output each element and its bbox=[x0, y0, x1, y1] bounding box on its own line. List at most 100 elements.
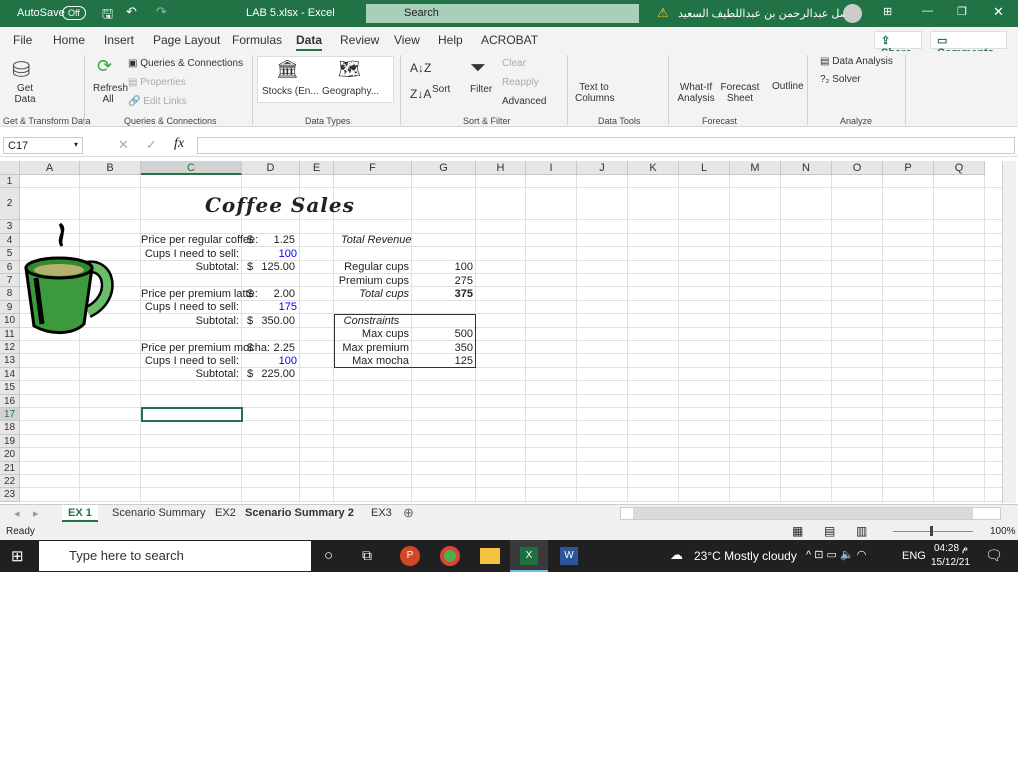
row-header-17[interactable]: 17 bbox=[0, 408, 20, 422]
language-indicator[interactable]: ENG bbox=[902, 550, 926, 562]
cell-G7[interactable]: 275 bbox=[412, 275, 473, 288]
row-header-16[interactable]: 16 bbox=[0, 394, 20, 408]
horizontal-scrollbar[interactable] bbox=[620, 507, 1001, 520]
avatar[interactable] bbox=[843, 4, 862, 23]
row-header-15[interactable]: 15 bbox=[0, 381, 20, 395]
page-break-icon[interactable]: ▥ bbox=[856, 524, 867, 538]
select-all-corner[interactable] bbox=[0, 161, 20, 175]
filter-button[interactable]: Filter bbox=[470, 84, 492, 95]
share-button[interactable]: ⇪ Share bbox=[874, 31, 922, 59]
outline-button[interactable]: Outline bbox=[772, 81, 804, 92]
sheet-tab[interactable]: Scenario Summary 2 bbox=[239, 505, 360, 522]
cell-D10[interactable]: 350.00 bbox=[242, 315, 295, 328]
chrome-icon[interactable] bbox=[440, 546, 460, 566]
prev-sheet-icon[interactable]: ◂ bbox=[14, 507, 20, 520]
menu-file[interactable]: File bbox=[13, 33, 32, 47]
sort-button[interactable]: Sort bbox=[432, 84, 450, 95]
menu-insert[interactable]: Insert bbox=[104, 33, 134, 47]
get-data-button[interactable]: Get Data bbox=[11, 83, 39, 105]
sheet-tab[interactable]: EX3 bbox=[365, 505, 398, 522]
function-icon[interactable]: fx bbox=[174, 136, 184, 152]
row-header-1[interactable]: 1 bbox=[0, 175, 20, 189]
column-header-B[interactable]: B bbox=[80, 161, 141, 175]
column-header-A[interactable]: A bbox=[20, 161, 80, 175]
column-header-O[interactable]: O bbox=[832, 161, 883, 175]
next-sheet-icon[interactable]: ▸ bbox=[33, 507, 39, 520]
row-header-11[interactable]: 11 bbox=[0, 327, 20, 341]
clear-button[interactable]: Clear bbox=[502, 58, 526, 69]
sheet-tab[interactable]: Scenario Summary bbox=[106, 505, 212, 522]
cell-C5[interactable]: Cups I need to sell: bbox=[141, 248, 239, 261]
clock-time[interactable]: 04:28 م bbox=[934, 543, 968, 554]
add-sheet-icon[interactable]: ⊕ bbox=[403, 505, 414, 521]
row-header-20[interactable]: 20 bbox=[0, 448, 20, 462]
normal-view-icon[interactable]: ▦ bbox=[792, 524, 803, 538]
row-header-9[interactable]: 9 bbox=[0, 300, 20, 315]
row-header-13[interactable]: 13 bbox=[0, 354, 20, 368]
redo-icon[interactable]: ↷ bbox=[156, 4, 167, 20]
menu-home[interactable]: Home bbox=[53, 33, 85, 47]
ribbon-display-icon[interactable]: ⊞ bbox=[883, 5, 892, 18]
column-header-D[interactable]: D bbox=[242, 161, 300, 175]
column-header-J[interactable]: J bbox=[577, 161, 628, 175]
vertical-scrollbar[interactable] bbox=[1002, 161, 1016, 503]
menu-data[interactable]: Data bbox=[296, 33, 323, 52]
properties-button[interactable]: ▤ Properties bbox=[128, 77, 186, 88]
advanced-button[interactable]: Advanced bbox=[502, 96, 546, 107]
row-header-6[interactable]: 6 bbox=[0, 260, 20, 274]
row-header-2[interactable]: 2 bbox=[0, 188, 20, 221]
forecast-sheet-button[interactable]: Forecast Sheet bbox=[720, 82, 760, 104]
undo-icon[interactable]: ↶ bbox=[126, 4, 137, 20]
comments-button[interactable]: ▭ Comments bbox=[930, 31, 1007, 59]
windows-start-icon[interactable]: ⊞ bbox=[11, 547, 24, 565]
selected-cell-C17[interactable] bbox=[141, 407, 243, 422]
row-header-21[interactable]: 21 bbox=[0, 461, 20, 475]
menu-page-layout[interactable]: Page Layout bbox=[153, 33, 220, 47]
cell-D13[interactable]: 100 bbox=[242, 355, 297, 368]
cell-C9[interactable]: Cups I need to sell: bbox=[141, 301, 239, 314]
spreadsheet-grid[interactable]: A B C D E F G H I J K L M N O P Q 1 2 3 4 5 6 7 8 9 10 11 12 13 14 15 16… bbox=[0, 161, 1018, 503]
column-header-E[interactable]: E bbox=[300, 161, 334, 175]
cell-F7[interactable]: Premium cups bbox=[334, 275, 409, 288]
column-header-I[interactable]: I bbox=[526, 161, 577, 175]
row-header-23[interactable]: 23 bbox=[0, 488, 20, 502]
cell-D8[interactable]: 2.00 bbox=[242, 288, 295, 301]
cell-C12[interactable]: Price per premium mocha: bbox=[141, 342, 270, 355]
cell-G6[interactable]: 100 bbox=[412, 261, 473, 274]
sheet-tab[interactable]: EX2 bbox=[209, 505, 242, 522]
cell-D6[interactable]: 125.00 bbox=[242, 261, 295, 274]
cell-F4[interactable]: Total Revenue bbox=[341, 234, 416, 247]
powerpoint-icon[interactable]: P bbox=[400, 546, 420, 566]
row-header-8[interactable]: 8 bbox=[0, 287, 20, 301]
edit-links-button[interactable]: 🔗 Edit Links bbox=[128, 96, 187, 107]
cell-G8[interactable]: 375 bbox=[412, 288, 473, 301]
row-header-4[interactable]: 4 bbox=[0, 233, 20, 248]
weather-text[interactable]: 23°C Mostly cloudy bbox=[694, 549, 797, 563]
column-header-N[interactable]: N bbox=[781, 161, 832, 175]
stocks-button[interactable]: Stocks (En... bbox=[262, 86, 319, 97]
row-header-22[interactable]: 22 bbox=[0, 475, 20, 489]
notifications-icon[interactable]: 🗨 bbox=[985, 547, 1003, 564]
row-header-12[interactable]: 12 bbox=[0, 341, 20, 355]
menu-view[interactable]: View bbox=[394, 33, 420, 47]
page-layout-icon[interactable]: ▤ bbox=[824, 524, 835, 538]
zoom-slider[interactable] bbox=[893, 526, 973, 536]
column-header-G[interactable]: G bbox=[412, 161, 476, 175]
cell-C8[interactable]: Price per premium latte: bbox=[141, 288, 258, 301]
name-box[interactable]: C17 ▾ bbox=[3, 137, 83, 154]
cell-D14[interactable]: 225.00 bbox=[242, 368, 295, 381]
cell-D5[interactable]: 100 bbox=[242, 248, 297, 261]
column-header-K[interactable]: K bbox=[628, 161, 679, 175]
tray-icons[interactable]: ^ ⊡ ▭ 🔈 ◠ bbox=[806, 548, 866, 561]
text-to-columns-button[interactable]: Text to Columns bbox=[575, 82, 614, 104]
search-box[interactable]: Search bbox=[366, 4, 639, 23]
close-icon[interactable]: ✕ bbox=[993, 4, 1004, 20]
row-header-19[interactable]: 19 bbox=[0, 434, 20, 449]
column-header-P[interactable]: P bbox=[883, 161, 934, 175]
menu-formulas[interactable]: Formulas bbox=[232, 33, 282, 47]
minimize-icon[interactable]: — bbox=[922, 5, 933, 17]
row-header-5[interactable]: 5 bbox=[0, 247, 20, 261]
menu-help[interactable]: Help bbox=[438, 33, 463, 47]
what-if-analysis-button[interactable]: What-If Analysis bbox=[673, 82, 719, 104]
task-view-icon[interactable]: ⧉ bbox=[362, 547, 372, 564]
